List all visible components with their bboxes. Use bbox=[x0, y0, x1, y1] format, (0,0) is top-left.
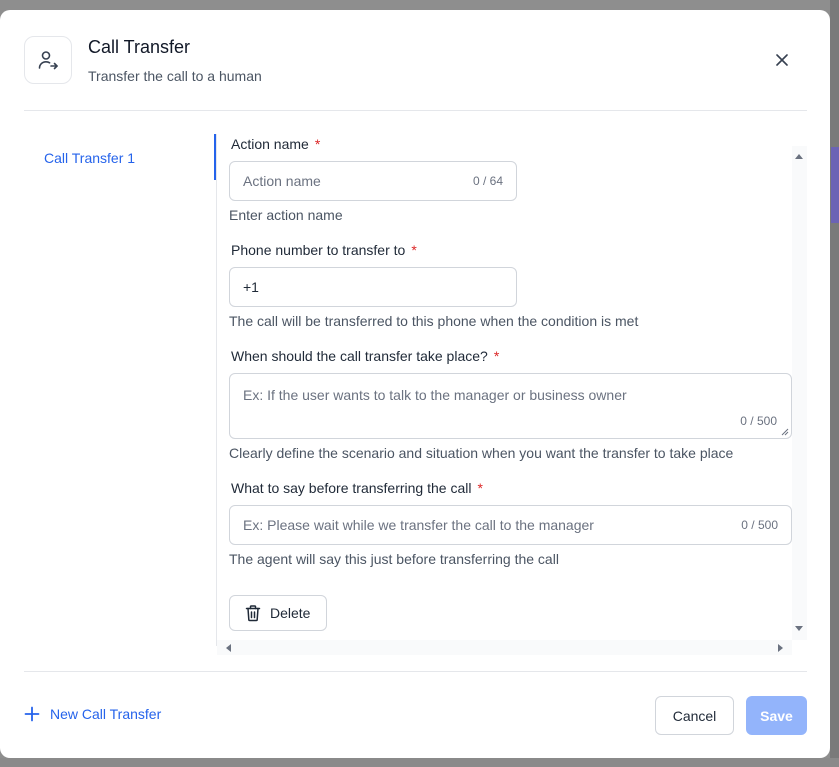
phone-number-input[interactable]: +1 bbox=[229, 267, 517, 307]
user-transfer-icon bbox=[24, 36, 72, 84]
backdrop-panel-edge bbox=[831, 147, 839, 223]
required-marker: * bbox=[493, 348, 500, 364]
action-name-input[interactable]: Action name 0 / 64 bbox=[229, 161, 517, 201]
required-marker: * bbox=[411, 242, 417, 258]
phone-number-value: +1 bbox=[243, 279, 259, 295]
scroll-down-icon[interactable] bbox=[795, 626, 803, 631]
header-divider bbox=[24, 110, 807, 111]
delete-label: Delete bbox=[270, 605, 311, 621]
horizontal-scrollbar[interactable] bbox=[217, 640, 792, 655]
call-transfer-form: Action name * Action name 0 / 64 Enter ac… bbox=[217, 134, 792, 631]
dialog-subtitle: Transfer the call to a human bbox=[88, 68, 262, 84]
required-marker: * bbox=[477, 480, 483, 496]
phone-number-helper: The call will be transferred to this pho… bbox=[229, 313, 639, 329]
dialog-title: Call Transfer bbox=[88, 37, 191, 57]
vertical-scrollbar[interactable] bbox=[792, 146, 807, 640]
new-call-transfer-label: New Call Transfer bbox=[50, 706, 162, 722]
scroll-up-icon[interactable] bbox=[795, 154, 803, 159]
condition-helper: Clearly define the scenario and situatio… bbox=[229, 445, 734, 461]
condition-counter: 0 / 500 bbox=[740, 414, 777, 428]
resize-handle-icon[interactable] bbox=[781, 428, 789, 436]
condition-placeholder: Ex: If the user wants to talk to the man… bbox=[243, 387, 627, 403]
backdrop bbox=[830, 0, 839, 767]
condition-label-text: When should the call transfer take place… bbox=[231, 348, 488, 364]
backdrop bbox=[0, 758, 839, 767]
condition-textarea[interactable]: Ex: If the user wants to talk to the man… bbox=[229, 373, 792, 439]
close-button[interactable] bbox=[770, 48, 794, 72]
action-name-label: Action name * bbox=[231, 136, 320, 152]
scroll-right-icon[interactable] bbox=[778, 644, 783, 652]
save-button[interactable]: Save bbox=[746, 696, 807, 735]
required-marker: * bbox=[314, 136, 321, 152]
new-call-transfer-button[interactable]: New Call Transfer bbox=[24, 706, 161, 722]
pre-transfer-message-label: What to say before transferring the call… bbox=[231, 480, 483, 496]
pre-transfer-message-input[interactable]: Ex: Please wait while we transfer the ca… bbox=[229, 505, 792, 545]
phone-number-label: Phone number to transfer to * bbox=[231, 242, 417, 258]
pre-transfer-message-counter: 0 / 500 bbox=[741, 518, 778, 532]
trash-icon bbox=[245, 605, 261, 622]
pre-transfer-message-label-text: What to say before transferring the call bbox=[231, 480, 472, 496]
action-name-counter: 0 / 64 bbox=[472, 174, 503, 188]
condition-label: When should the call transfer take place… bbox=[231, 348, 499, 364]
sidebar-item-call-transfer-1[interactable]: Call Transfer 1 bbox=[44, 150, 135, 166]
close-icon bbox=[776, 54, 788, 66]
pre-transfer-message-placeholder: Ex: Please wait while we transfer the ca… bbox=[243, 517, 594, 533]
plus-icon bbox=[24, 706, 40, 722]
cancel-button[interactable]: Cancel bbox=[655, 696, 734, 735]
action-name-placeholder: Action name bbox=[243, 173, 321, 189]
pre-transfer-message-helper: The agent will say this just before tran… bbox=[229, 551, 559, 567]
call-transfer-dialog: Call Transfer Transfer the call to a hum… bbox=[0, 10, 830, 758]
footer-divider bbox=[24, 671, 807, 672]
delete-button[interactable]: Delete bbox=[229, 595, 327, 631]
action-name-helper: Enter action name bbox=[229, 207, 343, 223]
scroll-left-icon[interactable] bbox=[226, 644, 231, 652]
phone-number-label-text: Phone number to transfer to bbox=[231, 242, 406, 258]
action-name-label-text: Action name bbox=[231, 136, 309, 152]
